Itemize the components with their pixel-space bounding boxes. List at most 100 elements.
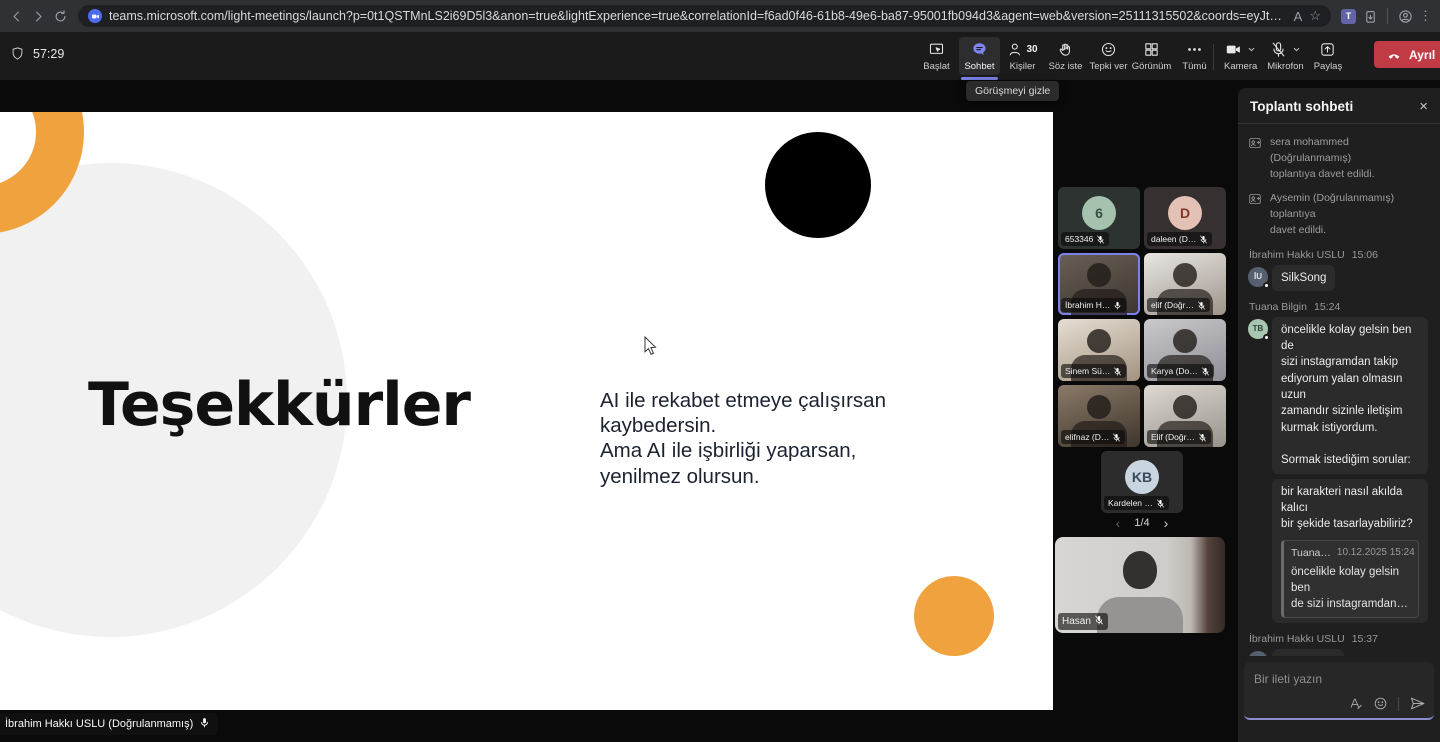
tile-pagination: ‹ 1/4 ›: [1056, 515, 1228, 531]
participant-tile[interactable]: 6 653346: [1058, 187, 1140, 249]
message-input[interactable]: [1254, 672, 1424, 686]
compose-icons: [1348, 695, 1426, 712]
shared-presentation-slide: Teşekkürler AI ile rekabet etmeye çalışı…: [0, 112, 1053, 710]
chat-message-list: sera mohammed (Doğrulanmamış) toplantıya…: [1238, 125, 1440, 656]
chat-title: Toplantı sohbeti: [1250, 99, 1353, 114]
view-button[interactable]: Görünüm: [1131, 37, 1172, 75]
mic-options-chevron-icon[interactable]: [1292, 45, 1301, 54]
mouse-cursor: [644, 336, 658, 361]
chat-panel: Toplantı sohbeti × sera mohammed (Doğrul…: [1238, 88, 1440, 742]
profile-icon[interactable]: [1397, 8, 1413, 24]
chat-avatar: İU: [1248, 651, 1268, 656]
ellipsis-icon: [1186, 41, 1203, 58]
mic-on-icon: [199, 717, 210, 731]
browser-menu-icon[interactable]: ⋮: [1419, 8, 1432, 24]
send-icon[interactable]: [1409, 695, 1426, 712]
chat-bubble-icon: [971, 41, 988, 58]
camera-button[interactable]: Kamera: [1221, 37, 1260, 75]
mic-off-icon: [1197, 301, 1206, 310]
avatar: 6: [1082, 196, 1116, 230]
react-button[interactable]: Tepki ver: [1088, 37, 1129, 75]
format-icon[interactable]: [1348, 696, 1363, 711]
participant-tile[interactable]: Sinem Sü…: [1058, 319, 1140, 381]
tile-name-plate: elif (Doğr…: [1147, 298, 1210, 312]
tile-name-plate: 653346: [1061, 232, 1109, 246]
people-count: 30: [1026, 44, 1037, 55]
chat-message-bubble: öncelikle kolay gelsin ben de sizi insta…: [1272, 317, 1428, 474]
slide-body-text: AI ile rekabet etmeye çalışırsan kaybede…: [600, 388, 886, 489]
avatar: D: [1168, 196, 1202, 230]
grid-view-icon: [1143, 41, 1160, 58]
chat-message-bubble: Metal Slug: [1272, 649, 1344, 656]
chat-message-bubble: bir karakteri nasıl akılda kalıcı bir şe…: [1272, 479, 1428, 623]
slide-title: Teşekkürler: [88, 370, 470, 440]
reload-icon[interactable]: [52, 8, 68, 24]
participant-tile[interactable]: Elif (Doğr…: [1144, 385, 1226, 447]
clipboard-extension-icon[interactable]: [1362, 8, 1378, 24]
spotlight-tile[interactable]: Hasan: [1055, 537, 1225, 633]
shield-icon: [10, 46, 25, 61]
share-start-button[interactable]: Başlat: [916, 37, 957, 75]
more-button[interactable]: Tümü: [1174, 37, 1215, 75]
back-icon[interactable]: [8, 8, 24, 24]
chat-button[interactable]: Sohbet: [959, 37, 1000, 75]
participant-tile[interactable]: Ddaleen (D…: [1144, 187, 1226, 249]
slide-black-circle: [765, 132, 871, 238]
tile-name-plate: Elif (Doğr…: [1147, 430, 1211, 444]
compose-box[interactable]: [1244, 662, 1434, 720]
page-indicator: 1/4: [1134, 517, 1149, 529]
participant-tile[interactable]: Karya (Do…: [1144, 319, 1226, 381]
people-icon: [1007, 41, 1024, 58]
avatar: KB: [1125, 460, 1159, 494]
divider: [1387, 8, 1388, 24]
tile-name-plate: Karya (Do…: [1147, 364, 1214, 378]
page-prev-icon[interactable]: ‹: [1116, 515, 1121, 531]
participant-tile[interactable]: KBKardelen …: [1101, 451, 1183, 513]
mic-off-icon: [1112, 433, 1121, 442]
teams-meeting-window: teams.microsoft.com/light-meetings/launc…: [0, 0, 1440, 742]
microphone-button[interactable]: Mikrofon: [1264, 37, 1306, 75]
chat-message-bubble: SilkSong: [1272, 265, 1335, 291]
translate-icon[interactable]: A: [1294, 9, 1303, 24]
mic-off-icon: [1094, 615, 1104, 628]
url-text[interactable]: teams.microsoft.com/light-meetings/launc…: [109, 9, 1287, 23]
close-icon[interactable]: ×: [1419, 99, 1428, 114]
toolbar-buttons: Başlat Sohbet 30 Kişiler Söz iste: [916, 37, 1215, 75]
forward-icon[interactable]: [30, 8, 46, 24]
bookmark-star-icon[interactable]: ☆: [1309, 8, 1321, 24]
message-author-header: Tuana Bilgin15:24: [1249, 301, 1430, 313]
tile-name-plate: Sinem Sü…: [1061, 364, 1126, 378]
teams-extension-icon[interactable]: T: [1341, 9, 1356, 24]
emoji-icon[interactable]: [1373, 696, 1388, 711]
tile-name-plate: Hasan: [1058, 613, 1108, 630]
quote-text: öncelikle kolay gelsin ben de sizi insta…: [1291, 564, 1411, 612]
device-buttons: Kamera Mikrofon Paylaş: [1221, 37, 1345, 75]
message-author-header: İbrahim Hakkı USLU15:37: [1249, 633, 1430, 645]
people-button[interactable]: 30 Kişiler: [1002, 37, 1043, 75]
meeting-toolbar: 57:29 Başlat Sohbet 30 Kişiler: [0, 32, 1440, 80]
raise-hand-icon: [1057, 41, 1074, 58]
quote-time: 10.12.2025 15:24: [1337, 546, 1415, 561]
participant-tiles: 6 653346 Ddaleen (D… İbrahim H… elif (Doğ…: [1056, 187, 1228, 513]
mic-off-icon: [1113, 367, 1122, 376]
mic-off-icon: [1201, 367, 1210, 376]
leave-button[interactable]: Ayrıl: [1374, 41, 1440, 68]
share-button[interactable]: Paylaş: [1311, 37, 1346, 75]
chat-avatar: İU: [1248, 267, 1268, 287]
participant-tile[interactable]: elif (Doğr…: [1144, 253, 1226, 315]
participant-tile[interactable]: İbrahim H…: [1058, 253, 1140, 315]
tooltip: Görüşmeyi gizle: [966, 81, 1059, 101]
browser-toolbar: teams.microsoft.com/light-meetings/launc…: [0, 0, 1440, 32]
screen-share-icon: [928, 41, 945, 58]
camera-options-chevron-icon[interactable]: [1247, 45, 1256, 54]
tile-name-plate: elifnaz (D…: [1061, 430, 1125, 444]
presenter-name-label: İbrahim Hakkı USLU (Doğrulanmamış): [0, 713, 218, 735]
message-author-header: İbrahim Hakkı USLU15:06: [1249, 249, 1430, 261]
participant-tile[interactable]: elifnaz (D…: [1058, 385, 1140, 447]
address-bar[interactable]: teams.microsoft.com/light-meetings/launc…: [78, 5, 1331, 27]
page-next-icon[interactable]: ›: [1164, 515, 1169, 531]
chat-avatar: TB: [1248, 319, 1268, 339]
raise-hand-button[interactable]: Söz iste: [1045, 37, 1086, 75]
mic-off-icon: [1096, 235, 1105, 244]
message-time: 15:37: [1352, 633, 1378, 645]
